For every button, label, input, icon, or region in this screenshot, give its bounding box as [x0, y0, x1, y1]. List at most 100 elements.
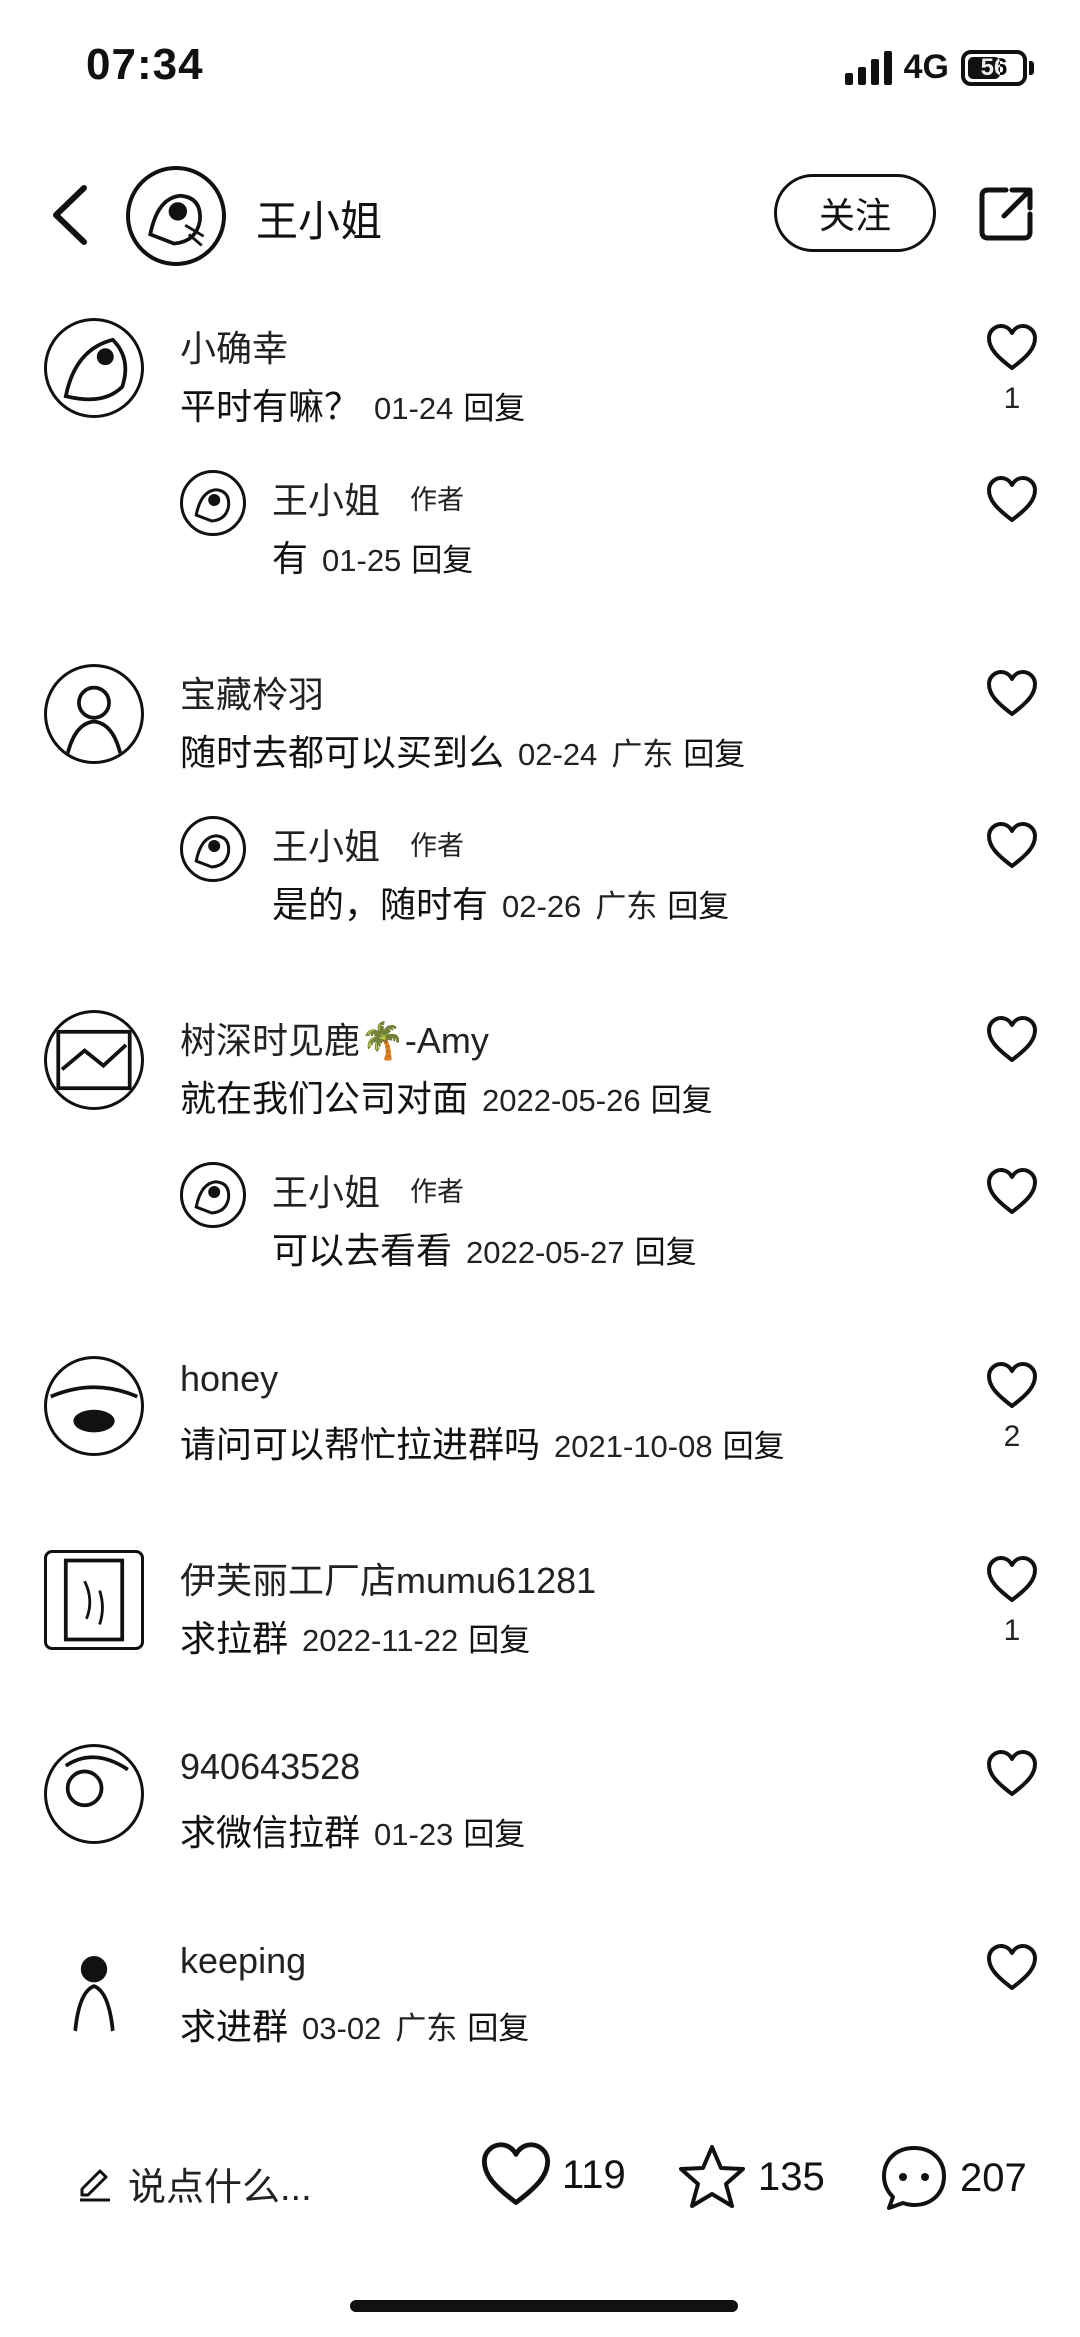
commenter-name[interactable]: 树深时见鹿🌴-Amy	[180, 1012, 489, 1064]
reply-text: 是的，随时有	[272, 884, 489, 925]
reply-body: 可以去看看 2022-05-27 回复	[272, 1222, 697, 1274]
avatar-art-icon	[63, 337, 128, 402]
avatar-art-icon	[133, 173, 219, 259]
comment-date: 2021-10-08	[554, 1429, 713, 1464]
commenter-avatar[interactable]	[44, 1744, 144, 1844]
author-avatar[interactable]	[126, 166, 226, 266]
commenter-avatar[interactable]	[44, 318, 144, 418]
network-type: 4G	[903, 48, 949, 86]
heart-icon[interactable]	[986, 1168, 1038, 1216]
reply-body: 有 01-25 回复	[272, 530, 473, 582]
commenter-name[interactable]: 小确幸	[180, 320, 288, 372]
like-count: 1	[1003, 1614, 1021, 1647]
avatar-art-icon	[73, 1956, 115, 2032]
avatar-art-icon	[65, 685, 123, 754]
reply-button[interactable]: 回复	[463, 391, 525, 426]
commenter-name[interactable]: honey	[180, 1358, 278, 1400]
commenter-avatar[interactable]	[44, 1938, 144, 2038]
reply-author-name[interactable]: 王小姐 作者	[272, 818, 464, 870]
comment-text: 平时有嘛？	[180, 386, 361, 427]
commenter-avatar[interactable]	[44, 1010, 144, 1110]
reply-button[interactable]: 回复	[651, 1083, 713, 1118]
commenter-name[interactable]: keeping	[180, 1940, 306, 1982]
like-count: 2	[1003, 1420, 1021, 1453]
pencil-icon	[80, 2169, 110, 2201]
comment-body: 求拉群 2022-11-22 回复	[180, 1610, 530, 1662]
back-arrow-icon[interactable]	[46, 182, 96, 248]
reply-avatar[interactable]	[180, 816, 246, 882]
follow-button[interactable]: 关注	[774, 174, 936, 252]
reply-button[interactable]: 回复	[467, 2011, 529, 2046]
favorite-total: 135	[758, 2154, 825, 2199]
comment-body: 请问可以帮忙拉进群吗 2021-10-08 回复	[180, 1416, 785, 1468]
author-name: 王小姐	[256, 198, 383, 245]
comment-text: 求微信拉群	[180, 1812, 361, 1853]
comment-input[interactable]: 说点什么...	[76, 2156, 312, 2211]
like-total: 119	[562, 2152, 626, 2197]
commenter-name[interactable]: 宝藏柃羽	[180, 666, 324, 718]
reply-avatar[interactable]	[180, 470, 246, 536]
reply-date: 02-26	[502, 889, 582, 924]
reply-button[interactable]: 回复	[723, 1429, 785, 1464]
avatar-art-icon	[63, 1558, 125, 1642]
heart-icon[interactable]	[986, 1944, 1038, 1992]
comment-body: 就在我们公司对面 2022-05-26 回复	[180, 1070, 713, 1122]
comment-text: 就在我们公司对面	[180, 1078, 469, 1119]
heart-icon[interactable]	[986, 1016, 1038, 1064]
like-count: 1	[1003, 382, 1021, 415]
comment-date: 03-02	[302, 2011, 382, 2046]
comment-input-placeholder: 说点什么...	[128, 2167, 312, 2209]
comment-action[interactable]: 207	[878, 2142, 1027, 2214]
reply-button[interactable]: 回复	[468, 1623, 530, 1658]
comment-text: 请问可以帮忙拉进群吗	[180, 1424, 541, 1465]
reply-author-name[interactable]: 王小姐 作者	[272, 472, 464, 524]
avatar-art-icon	[50, 1385, 138, 1433]
heart-icon[interactable]	[986, 1556, 1038, 1604]
comment-bubble-icon	[882, 2146, 946, 2210]
commenter-name[interactable]: 940643528	[180, 1746, 360, 1788]
reply-text: 有	[272, 538, 309, 579]
reply-author-name[interactable]: 王小姐 作者	[272, 1164, 464, 1216]
comment-body: 求进群 03-02 广东 回复	[180, 1998, 529, 2050]
signal-icon	[844, 50, 892, 85]
reply-avatar[interactable]	[180, 1162, 246, 1228]
like-action[interactable]: 119	[480, 2142, 626, 2208]
commenter-avatar[interactable]	[44, 1550, 144, 1650]
comment-text: 求进群	[180, 2006, 289, 2047]
comment-date: 02-24	[518, 737, 598, 772]
heart-icon	[481, 2142, 551, 2205]
commenter-avatar[interactable]	[44, 1356, 144, 1456]
commenter-avatar[interactable]	[44, 664, 144, 764]
author-tag: 作者	[410, 1177, 465, 1207]
author-tag: 作者	[410, 831, 465, 861]
battery-icon: 56	[961, 49, 1027, 86]
reply-author-name-text: 王小姐	[272, 480, 381, 521]
reply-button[interactable]: 回复	[635, 1235, 697, 1270]
status-indicators: 4G 56	[844, 48, 1034, 87]
comment-text: 求拉群	[180, 1618, 289, 1659]
status-time: 07:34	[86, 40, 204, 89]
favorite-action[interactable]: 135	[676, 2142, 825, 2212]
heart-icon[interactable]	[986, 1362, 1038, 1410]
heart-icon[interactable]	[986, 670, 1038, 718]
header: 王小姐 关注	[0, 160, 1080, 270]
heart-icon[interactable]	[986, 1750, 1038, 1798]
share-icon[interactable]	[976, 184, 1036, 244]
heart-icon[interactable]	[986, 476, 1038, 524]
reply-button[interactable]: 回复	[683, 737, 745, 772]
commenter-name[interactable]: 伊芙丽工厂店mumu61281	[180, 1552, 596, 1604]
avatar-art-icon	[194, 488, 231, 523]
heart-icon[interactable]	[986, 324, 1038, 372]
comment-total: 207	[960, 2155, 1027, 2200]
reply-text: 可以去看看	[272, 1230, 453, 1271]
home-indicator[interactable]	[350, 2300, 738, 2312]
reply-button[interactable]: 回复	[411, 543, 473, 578]
reply-button[interactable]: 回复	[667, 889, 729, 924]
reply-region: 广东	[595, 889, 658, 924]
star-icon	[679, 2145, 745, 2208]
comment-date: 2022-05-26	[482, 1083, 641, 1118]
comment-text: 随时去都可以买到么	[180, 732, 505, 773]
comment-date: 01-24	[374, 391, 454, 426]
reply-button[interactable]: 回复	[463, 1817, 525, 1852]
heart-icon[interactable]	[986, 822, 1038, 870]
